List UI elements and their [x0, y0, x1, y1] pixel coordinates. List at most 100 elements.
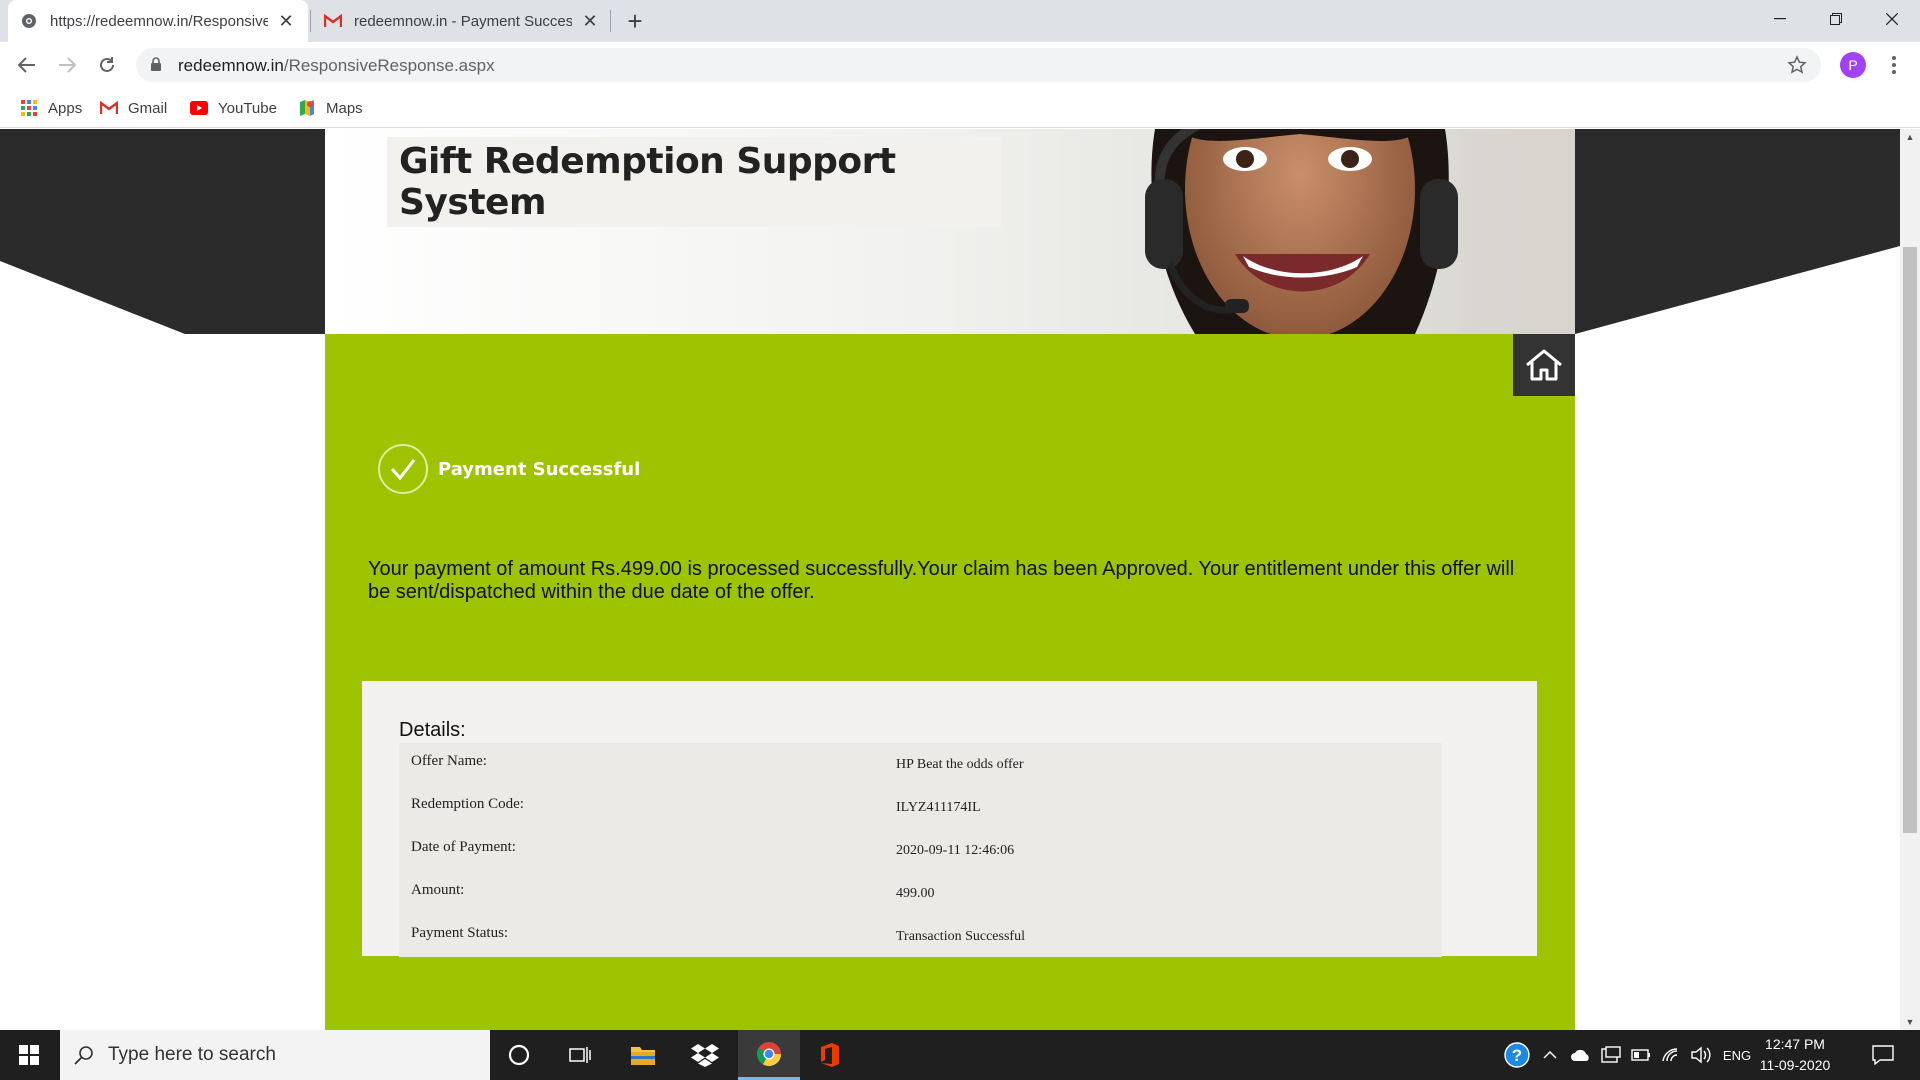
page-viewport: Gift Redemption Support System Payment S…	[0, 129, 1900, 1030]
table-row: Redemption Code: ILYZ411174IL	[399, 786, 1442, 829]
scroll-up-arrow-icon[interactable]: ▲	[1900, 129, 1920, 145]
youtube-icon	[190, 99, 208, 117]
tab-strip: https://redeemnow.in/ResponsiveResponse.…	[0, 0, 1920, 42]
gmail-icon	[100, 99, 118, 117]
language-indicator[interactable]: ENG	[1718, 1030, 1756, 1080]
address-bar[interactable]: redeemnow.in/ResponsiveResponse.aspx	[136, 48, 1821, 82]
browser-toolbar: redeemnow.in/ResponsiveResponse.aspx	[0, 42, 1920, 88]
url-host: redeemnow.in	[178, 56, 284, 75]
home-icon	[1526, 349, 1562, 381]
detail-label: Offer Name:	[411, 753, 487, 769]
cortana-button[interactable]	[495, 1030, 543, 1080]
task-view-icon	[569, 1047, 591, 1063]
tab-inactive[interactable]: redeemnow.in - Payment Successful ✕	[312, 0, 612, 42]
office-icon	[821, 1043, 839, 1067]
lock-icon	[150, 57, 162, 77]
show-hidden-icons-icon[interactable]	[1540, 1030, 1560, 1080]
maps-icon	[298, 99, 316, 117]
hero-banner: Gift Redemption Support System	[325, 129, 1575, 334]
scroll-down-arrow-icon[interactable]: ▼	[1900, 1014, 1920, 1030]
office-button[interactable]	[805, 1030, 855, 1080]
support-agent-image	[1145, 129, 1575, 334]
url-path: /ResponsiveResponse.aspx	[283, 56, 495, 75]
help-icon: ?	[1504, 1042, 1530, 1068]
taskbar: Type here to search ? ENG 12:47 PM 11-09…	[0, 1030, 1920, 1080]
bookmark-star-icon[interactable]	[1787, 55, 1807, 80]
clock-time: 12:47 PM	[1765, 1036, 1825, 1052]
new-tab-button[interactable]: +	[620, 6, 650, 36]
tab-title: https://redeemnow.in/ResponsiveResponse.…	[50, 12, 268, 30]
table-row: Amount: 499.00	[399, 872, 1442, 915]
onedrive-icon[interactable]	[1568, 1030, 1594, 1080]
battery-icon[interactable]	[1628, 1030, 1654, 1080]
bookmark-youtube[interactable]: YouTube	[190, 96, 277, 120]
close-window-button[interactable]	[1864, 0, 1920, 38]
back-button[interactable]	[10, 48, 44, 82]
bookmarks-bar: Apps Gmail YouTube Maps	[0, 88, 1920, 128]
search-icon	[74, 1046, 93, 1065]
volume-icon[interactable]	[1688, 1030, 1714, 1080]
system-clock[interactable]: 12:47 PM 11-09-2020	[1754, 1034, 1836, 1076]
tab-divider	[310, 10, 311, 32]
notification-icon	[1872, 1045, 1894, 1065]
detail-label: Payment Status:	[411, 925, 509, 941]
search-placeholder: Type here to search	[108, 1044, 276, 1065]
details-card: Details: Offer Name: HP Beat the odds of…	[362, 681, 1537, 957]
taskbar-search[interactable]: Type here to search	[60, 1030, 490, 1080]
close-tab-icon[interactable]: ✕	[580, 11, 600, 31]
task-view-button[interactable]	[555, 1030, 605, 1080]
apps-grid-icon	[20, 99, 38, 117]
chrome-menu-icon[interactable]	[1884, 50, 1904, 80]
file-explorer-button[interactable]	[618, 1030, 668, 1080]
device-tray-icon[interactable]	[1598, 1030, 1624, 1080]
forward-button[interactable]	[50, 48, 84, 82]
table-row: Date of Payment: 2020-09-11 12:46:06	[399, 829, 1442, 872]
payment-status-label: Payment Successful	[438, 458, 641, 480]
folder-icon	[631, 1047, 655, 1065]
windows-icon	[19, 1045, 39, 1065]
chrome-taskbar-button[interactable]	[738, 1030, 800, 1080]
bookmark-label: YouTube	[218, 99, 277, 117]
bookmark-maps[interactable]: Maps	[298, 96, 363, 120]
reload-button[interactable]	[90, 48, 124, 82]
details-table: Offer Name: HP Beat the odds offer Redem…	[399, 743, 1442, 957]
header-wedge-right	[1575, 246, 1900, 334]
page-scrollbar[interactable]: ▲ ▼	[1900, 129, 1920, 1030]
bookmark-label: Maps	[326, 99, 363, 117]
close-tab-icon[interactable]: ✕	[276, 11, 296, 31]
clock-date: 11-09-2020	[1759, 1057, 1831, 1073]
detail-label: Redemption Code:	[411, 796, 524, 812]
dropbox-icon	[691, 1044, 719, 1067]
cortana-circle-icon	[508, 1044, 530, 1066]
help-tray-button[interactable]: ?	[1502, 1030, 1532, 1080]
detail-value: HP Beat the odds offer	[896, 757, 1024, 772]
gmail-icon	[324, 12, 342, 30]
minimize-button[interactable]	[1752, 0, 1808, 38]
svg-text:?: ?	[1512, 1046, 1522, 1065]
detail-label: Date of Payment:	[411, 839, 516, 855]
bookmark-label: Apps	[48, 99, 83, 117]
bookmark-apps[interactable]: Apps	[20, 96, 82, 120]
restore-button[interactable]	[1808, 0, 1864, 38]
tab-title: redeemnow.in - Payment Successful	[354, 12, 572, 30]
action-center-button[interactable]	[1858, 1030, 1908, 1080]
site-title-box: Gift Redemption Support System	[387, 137, 1001, 227]
table-row: Payment Status: Transaction Successful	[399, 915, 1442, 957]
detail-value: Transaction Successful	[896, 929, 1025, 944]
payment-status: Payment Successful	[378, 444, 640, 494]
globe-icon	[20, 12, 38, 30]
wifi-icon[interactable]	[1658, 1030, 1684, 1080]
url-text: redeemnow.in/ResponsiveResponse.aspx	[178, 56, 495, 76]
tab-divider	[610, 10, 611, 32]
start-button[interactable]	[0, 1030, 58, 1080]
profile-avatar[interactable]: P	[1840, 52, 1866, 78]
dropbox-button[interactable]	[680, 1030, 730, 1080]
detail-label: Amount:	[411, 882, 465, 898]
detail-value: 499.00	[896, 886, 935, 901]
home-button[interactable]	[1513, 334, 1575, 396]
tab-active[interactable]: https://redeemnow.in/ResponsiveResponse.…	[8, 0, 308, 42]
confirmation-message: Your payment of amount Rs.499.00 is proc…	[368, 558, 1515, 603]
chrome-icon	[756, 1041, 781, 1066]
scrollbar-thumb[interactable]	[1903, 247, 1917, 833]
bookmark-gmail[interactable]: Gmail	[100, 96, 167, 120]
